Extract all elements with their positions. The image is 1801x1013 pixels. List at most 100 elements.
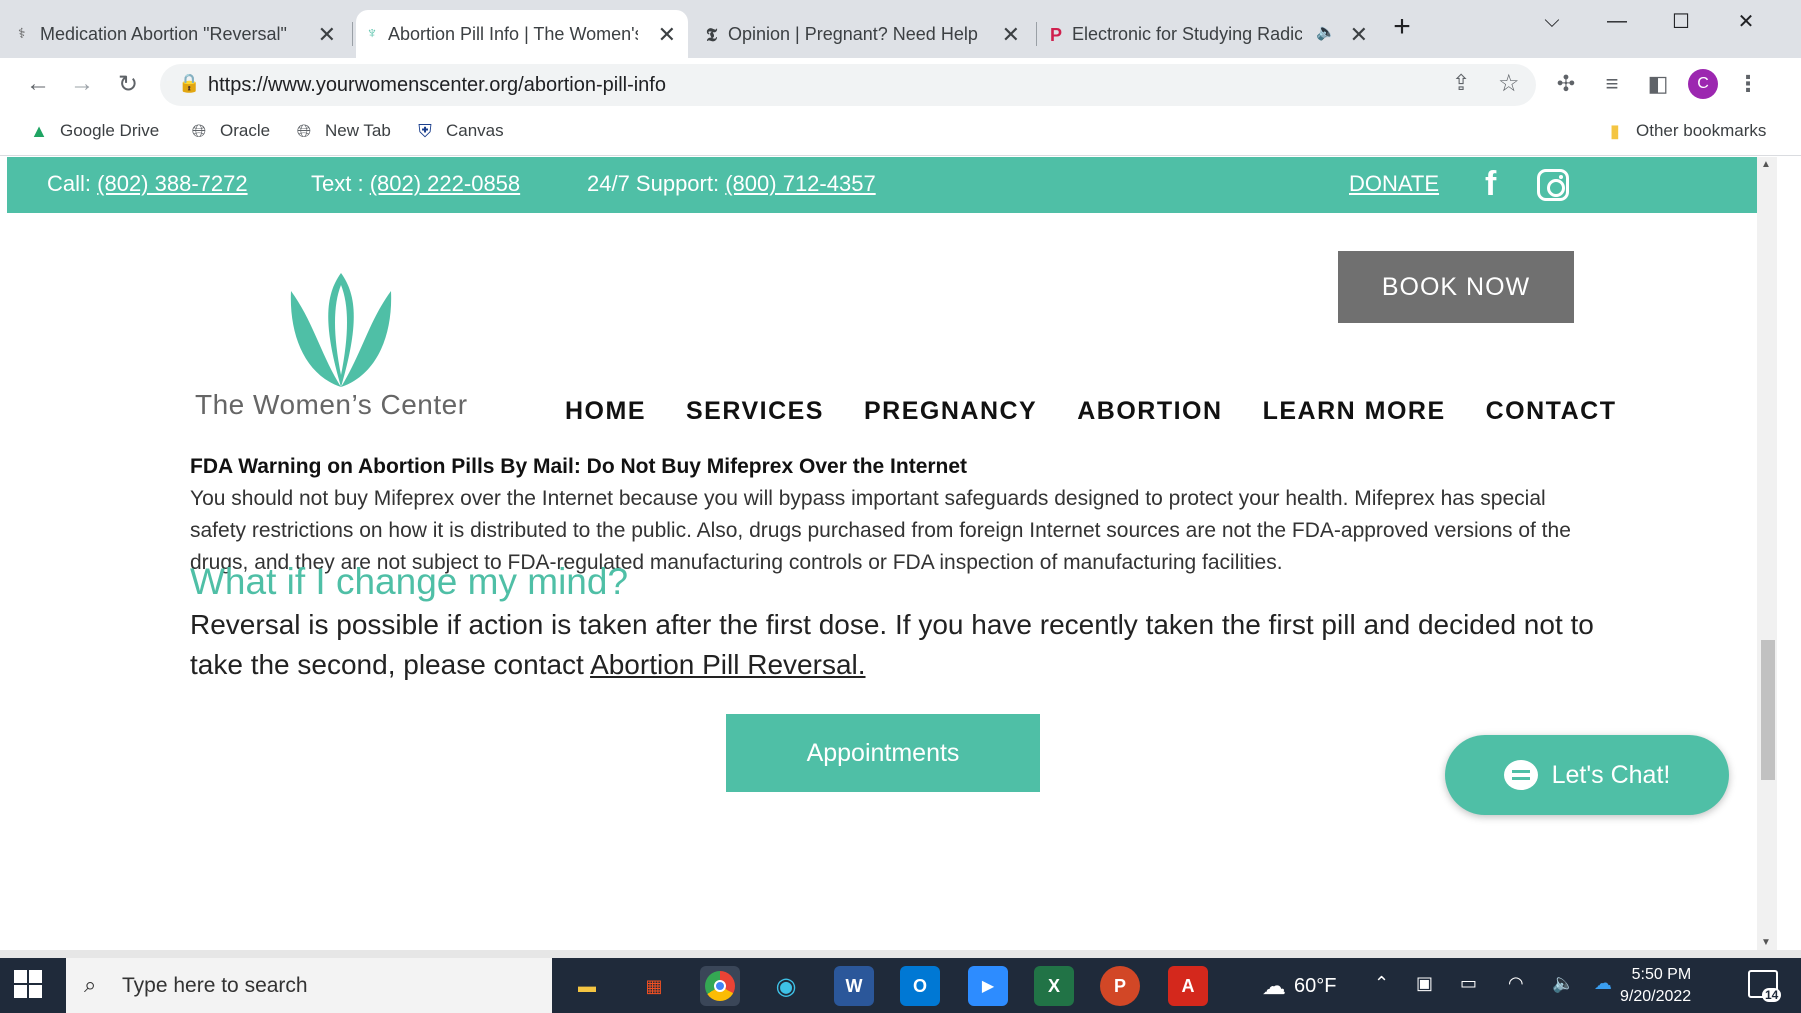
- lets-chat-button[interactable]: Let's Chat!: [1445, 735, 1729, 815]
- tab-title: Opinion | Pregnant? Need Help?: [728, 23, 978, 44]
- search-icon: ⌕: [84, 972, 97, 997]
- extensions-puzzle-icon[interactable]: ✣: [1548, 66, 1584, 102]
- weather-widget[interactable]: ☁ 60°F: [1262, 972, 1336, 1001]
- nav-pregnancy[interactable]: PREGNANCY: [864, 397, 1037, 426]
- acrobat-icon[interactable]: A: [1168, 966, 1208, 1006]
- lock-icon: 🔒: [178, 73, 201, 93]
- nav-contact[interactable]: CONTACT: [1486, 397, 1617, 426]
- lotus-logo-icon[interactable]: [285, 265, 397, 393]
- book-now-button[interactable]: BOOK NOW: [1338, 251, 1574, 323]
- facebook-icon[interactable]: f: [1485, 165, 1496, 204]
- profile-avatar[interactable]: C: [1688, 69, 1718, 99]
- canvas-shield-icon: ⛨: [418, 120, 432, 141]
- close-window-button[interactable]: ✕: [1721, 6, 1771, 36]
- edge-icon[interactable]: ◉: [766, 966, 806, 1006]
- nav-services[interactable]: SERVICES: [686, 397, 824, 426]
- other-bookmarks[interactable]: ▮ Other bookmarks: [1604, 120, 1766, 142]
- zoom-icon[interactable]: ▶: [968, 966, 1008, 1006]
- volume-icon[interactable]: 🔈: [1552, 973, 1574, 994]
- taskbar-search-box[interactable]: ⌕ Type here to search: [66, 958, 552, 1013]
- audio-playing-icon[interactable]: 🔈: [1316, 22, 1336, 42]
- maximize-button[interactable]: ☐: [1656, 6, 1706, 36]
- side-panel-icon[interactable]: ◧: [1640, 66, 1676, 102]
- tab-electronic-studying[interactable]: P Electronic for Studying Radic 🔈 ✕: [1040, 10, 1380, 58]
- bookmark-google-drive[interactable]: ▲ Google Drive: [28, 120, 159, 142]
- bookmark-canvas[interactable]: ⛨ Canvas: [414, 120, 503, 142]
- share-icon[interactable]: ⇪: [1452, 70, 1470, 96]
- windows-start-icon[interactable]: [14, 970, 44, 1000]
- page-scrollbar[interactable]: ▲ ▼: [1757, 157, 1777, 950]
- bookmark-star-icon[interactable]: ☆: [1498, 69, 1520, 98]
- minimize-button[interactable]: —: [1592, 6, 1642, 36]
- call-number-link[interactable]: (802) 388-7272: [97, 171, 247, 196]
- donate-link[interactable]: DONATE: [1349, 171, 1439, 197]
- reload-button[interactable]: ↻: [110, 66, 146, 102]
- bookmark-label: Other bookmarks: [1636, 121, 1767, 140]
- web-page: Call: (802) 388-7272 Text : (802) 222-08…: [7, 157, 1757, 950]
- show-hidden-icons-chevron-icon[interactable]: ⌃: [1374, 973, 1389, 994]
- back-button[interactable]: ←: [20, 66, 56, 102]
- battery-icon[interactable]: ▭: [1460, 973, 1477, 994]
- bookmark-oracle[interactable]: 🌐︎ Oracle: [188, 120, 270, 142]
- notification-count-badge: 14: [1762, 988, 1782, 1002]
- reversal-paragraph: Reversal is possible if action is taken …: [190, 605, 1610, 685]
- bookmark-label: New Tab: [325, 121, 391, 140]
- tab-title: Electronic for Studying Radic: [1072, 23, 1302, 44]
- chrome-menu-icon[interactable]: ⋮: [1730, 66, 1766, 102]
- outlook-icon[interactable]: O: [900, 966, 940, 1006]
- close-tab-icon[interactable]: ✕: [658, 22, 676, 48]
- window-bottom-edge: [0, 950, 1801, 958]
- system-clock[interactable]: 5:50 PM 9/20/2022: [1620, 964, 1691, 1008]
- word-icon[interactable]: W: [834, 966, 874, 1006]
- scrollbar-thumb[interactable]: [1761, 640, 1775, 780]
- scroll-down-arrow-icon[interactable]: ▼: [1761, 937, 1771, 948]
- instagram-icon[interactable]: [1537, 169, 1569, 201]
- nav-learn-more[interactable]: LEARN MORE: [1263, 397, 1446, 426]
- meet-now-icon[interactable]: ▣: [1416, 973, 1433, 994]
- clock-date: 9/20/2022: [1620, 988, 1692, 1005]
- support-number-link[interactable]: (800) 712-4357: [725, 171, 875, 196]
- tab-opinion-pregnant[interactable]: 𝕿 Opinion | Pregnant? Need Help? ✕: [696, 10, 1032, 58]
- close-tab-icon[interactable]: ✕: [318, 22, 336, 48]
- media-control-icon[interactable]: ≡: [1594, 66, 1630, 102]
- bookmarks-bar: ▲ Google Drive 🌐︎ Oracle 🌐︎ New Tab ⛨ Ca…: [0, 110, 1801, 156]
- wifi-icon[interactable]: ◠: [1508, 973, 1524, 994]
- url-text[interactable]: https://www.yourwomenscenter.org/abortio…: [208, 74, 666, 97]
- reversal-text: Reversal is possible if action is taken …: [190, 609, 1594, 680]
- bookmark-new-tab[interactable]: 🌐︎ New Tab: [293, 120, 391, 142]
- close-tab-icon[interactable]: ✕: [1002, 22, 1020, 48]
- file-explorer-icon[interactable]: ▬: [567, 966, 607, 1006]
- microsoft-store-icon[interactable]: ▦: [634, 966, 674, 1006]
- scroll-up-arrow-icon[interactable]: ▲: [1761, 159, 1771, 170]
- chat-bubble-icon: [1503, 760, 1538, 790]
- bookmark-label: Oracle: [220, 121, 271, 140]
- tab-strip: ⚕ Medication Abortion "Reversal" I ✕ ♆ A…: [0, 0, 1801, 58]
- search-placeholder: Type here to search: [122, 973, 308, 997]
- close-tab-icon[interactable]: ✕: [1350, 22, 1368, 48]
- site-favicon-icon: ♆: [366, 25, 378, 42]
- change-mind-heading: What if I change my mind?: [190, 561, 629, 602]
- text-number-link[interactable]: (802) 222-0858: [370, 171, 520, 196]
- tab-search-chevron-icon[interactable]: ⌵: [1527, 6, 1577, 36]
- main-nav: HOME SERVICES PREGNANCY ABORTION LEARN M…: [565, 397, 1616, 426]
- browser-toolbar: ← → ↻ 🔒 https://www.yourwomenscenter.org…: [0, 58, 1801, 110]
- logo-text[interactable]: The Women’s Center: [195, 389, 468, 421]
- tab-title: Medication Abortion "Reversal" I: [40, 23, 290, 44]
- tab-abortion-pill-info[interactable]: ♆ Abortion Pill Info | The Women's ✕: [356, 10, 688, 58]
- onedrive-cloud-icon[interactable]: ☁: [1594, 973, 1612, 994]
- windows-taskbar: ⌕ Type here to search ▬ ▦ ◉ W O ▶ X P A …: [0, 958, 1801, 1013]
- excel-icon[interactable]: X: [1034, 966, 1074, 1006]
- forward-button[interactable]: →: [64, 66, 100, 102]
- nav-home[interactable]: HOME: [565, 397, 646, 426]
- address-bar[interactable]: 🔒 https://www.yourwomenscenter.org/abort…: [160, 64, 1536, 106]
- tab-title: Abortion Pill Info | The Women's: [388, 23, 638, 44]
- bookmark-label: Google Drive: [60, 121, 160, 140]
- tab-medication-abortion[interactable]: ⚕ Medication Abortion "Reversal" I ✕: [8, 10, 348, 58]
- appointments-button[interactable]: Appointments: [726, 714, 1040, 792]
- nav-abortion[interactable]: ABORTION: [1077, 397, 1222, 426]
- new-tab-button[interactable]: +: [1377, 10, 1427, 43]
- abortion-pill-reversal-link[interactable]: Abortion Pill Reversal.: [590, 649, 865, 680]
- powerpoint-icon[interactable]: P: [1100, 966, 1140, 1006]
- fda-warning-heading: FDA Warning on Abortion Pills By Mail: D…: [190, 455, 968, 478]
- chrome-icon[interactable]: [700, 966, 740, 1006]
